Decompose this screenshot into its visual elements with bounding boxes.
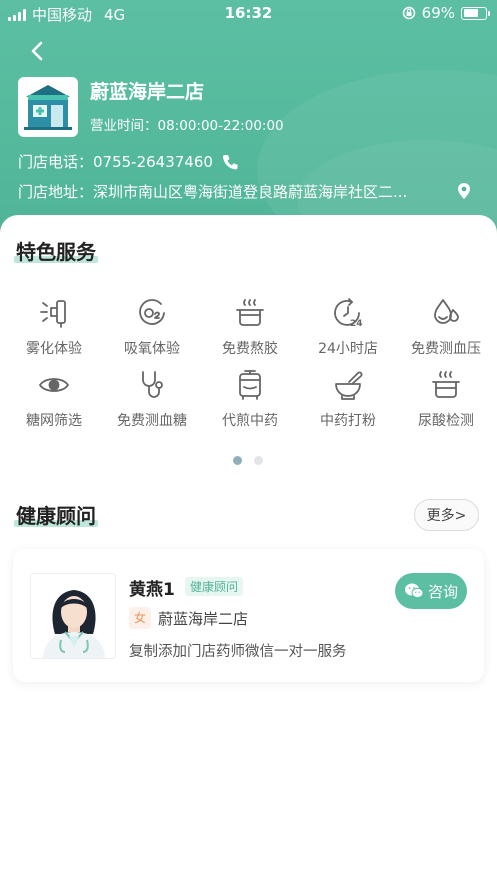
advisor-store: 蔚蓝海岸二店 bbox=[158, 610, 249, 628]
advisor-name: 黄燕1 bbox=[129, 580, 175, 600]
service-label: 免费熬胶 bbox=[222, 341, 278, 357]
orientation-lock-icon bbox=[402, 6, 415, 20]
page-dot[interactable] bbox=[254, 456, 263, 465]
advisor-description: 复制添加门店药师微信一对一服务 bbox=[129, 644, 347, 660]
service-nebulizer[interactable]: 雾化体验 bbox=[5, 296, 103, 358]
service-herb-decoction[interactable]: 代煎中药 bbox=[201, 368, 299, 430]
back-icon[interactable] bbox=[24, 38, 50, 64]
store-logo bbox=[18, 77, 78, 137]
service-blood-pressure[interactable]: 免费测血压 bbox=[397, 296, 495, 358]
advisors-title: 健康顾问 bbox=[14, 504, 98, 528]
service-herb-powder[interactable]: 中药打粉 bbox=[299, 368, 397, 430]
service-label: 中药打粉 bbox=[320, 413, 376, 429]
service-24h[interactable]: 24 24小时店 bbox=[299, 296, 397, 358]
service-free-glue[interactable]: 免费熬胶 bbox=[201, 296, 299, 358]
wechat-icon bbox=[404, 583, 424, 599]
blood-drop-icon bbox=[434, 299, 459, 324]
pharmacy-building-icon bbox=[24, 85, 72, 130]
store-hours: 营业时间：08:00:00-22:00:00 bbox=[90, 118, 284, 134]
services-title: 特色服务 bbox=[14, 240, 98, 264]
store-address: 门店地址：深圳市南山区粤海街道登良路蔚蓝海岸社区二... bbox=[18, 183, 408, 201]
nebulizer-icon bbox=[40, 300, 66, 328]
service-label: 吸氧体验 bbox=[124, 341, 180, 357]
avatar bbox=[30, 573, 116, 659]
service-blood-sugar[interactable]: 免费测血糖 bbox=[103, 368, 201, 430]
consult-button[interactable]: 咨询 bbox=[395, 573, 467, 609]
store-phone-row[interactable]: 门店电话：0755-26437460 bbox=[18, 151, 239, 172]
service-oxygen[interactable]: 吸氧体验 bbox=[103, 296, 201, 358]
clock-24-icon: 24 bbox=[334, 298, 363, 329]
stethoscope-icon bbox=[142, 371, 163, 398]
eye-icon bbox=[38, 378, 70, 392]
service-uric-acid[interactable]: 尿酸检测 bbox=[397, 368, 495, 430]
service-label: 雾化体验 bbox=[26, 341, 82, 357]
gender-badge: 女 bbox=[129, 607, 151, 629]
service-label: 免费测血压 bbox=[411, 341, 481, 357]
advisor-card[interactable]: 黄燕1 健康顾问 女 蔚蓝海岸二店 复制添加门店药师微信一对一服务 咨询 bbox=[13, 549, 484, 682]
advisor-portrait bbox=[31, 574, 115, 658]
advisor-role-badge: 健康顾问 bbox=[185, 577, 244, 596]
location-pin-icon[interactable] bbox=[456, 182, 472, 200]
page-dot-active[interactable] bbox=[233, 456, 242, 465]
service-label: 代煎中药 bbox=[222, 413, 278, 429]
store-phone: 门店电话：0755-26437460 bbox=[18, 153, 213, 171]
pot-icon bbox=[236, 299, 264, 326]
page-indicator bbox=[233, 456, 263, 465]
service-label: 免费测血糖 bbox=[117, 413, 187, 429]
herb-cooker-icon bbox=[239, 370, 261, 400]
service-retina-screening[interactable]: 糖网筛选 bbox=[5, 368, 103, 430]
more-button[interactable]: 更多> bbox=[414, 499, 479, 531]
consult-label: 咨询 bbox=[427, 582, 458, 601]
service-label: 糖网筛选 bbox=[26, 413, 82, 429]
service-label: 尿酸检测 bbox=[418, 413, 474, 429]
status-bar: 中国移动 4G 16:32 69% bbox=[0, 0, 497, 26]
svg-text:24: 24 bbox=[350, 319, 363, 329]
battery-icon bbox=[461, 6, 490, 20]
battery-percent: 69% bbox=[421, 4, 455, 22]
oxygen-icon bbox=[139, 299, 165, 325]
store-header: 中国移动 4G 16:32 69% 蔚蓝海岸二店 营业时间：08:00:00-2… bbox=[0, 0, 497, 250]
phone-icon[interactable] bbox=[221, 153, 239, 171]
service-label: 24小时店 bbox=[318, 341, 378, 357]
store-name: 蔚蓝海岸二店 bbox=[90, 81, 205, 103]
mortar-icon bbox=[335, 371, 363, 400]
steam-pot-icon bbox=[432, 371, 460, 398]
